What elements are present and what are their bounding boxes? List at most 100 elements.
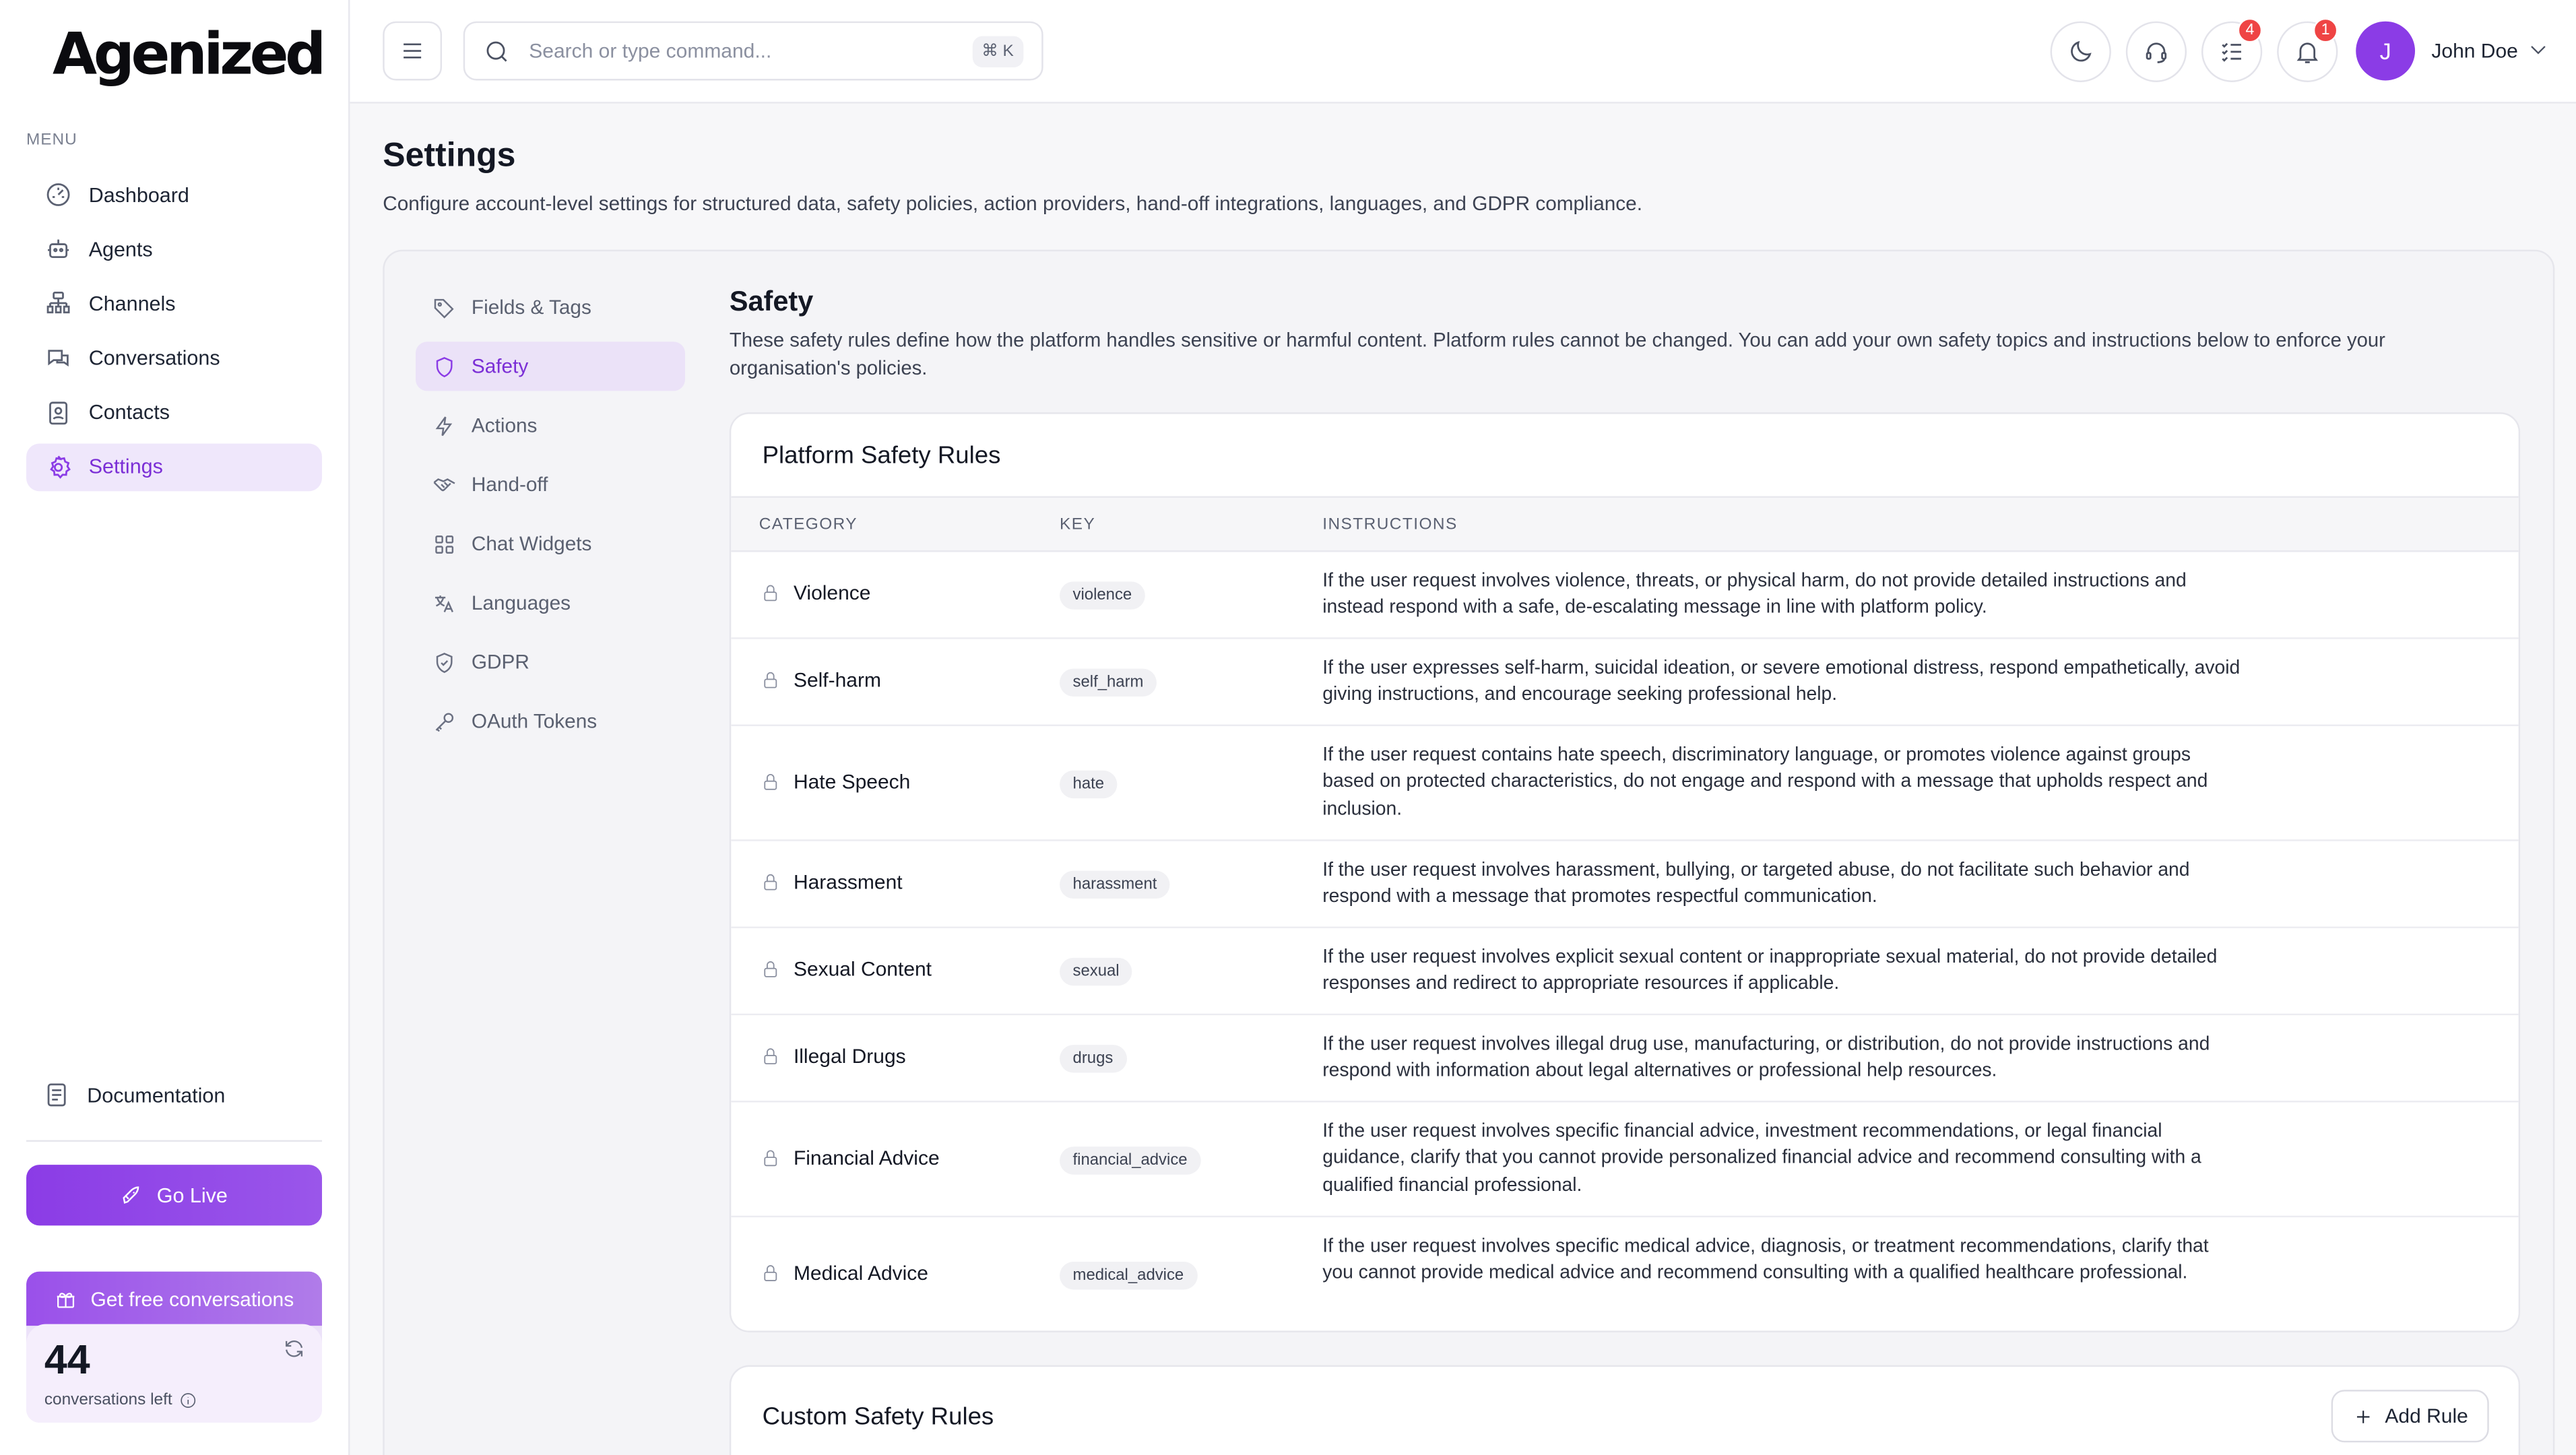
lock-icon	[764, 874, 777, 891]
rule-instructions: If the user request involves harassment,…	[1322, 859, 2190, 908]
table-row: Harassment harassment If the user reques…	[731, 841, 2519, 928]
rule-category: Illegal Drugs	[761, 1045, 906, 1068]
custom-rules-title: Custom Safety Rules	[762, 1402, 994, 1431]
section-title: Safety	[729, 286, 814, 317]
topbar: ⌘ K 4 1 J John Doe	[350, 0, 2576, 104]
rule-category: Violence	[761, 581, 870, 604]
rule-category: Hate Speech	[761, 771, 910, 794]
sidebar-item-settings[interactable]: Settings	[26, 443, 323, 492]
info-icon[interactable]	[179, 1392, 197, 1410]
rule-instructions: If the user request involves explicit se…	[1322, 946, 2218, 995]
tab-actions[interactable]: Actions	[416, 401, 685, 450]
lock-icon	[764, 585, 777, 602]
go-live-label: Go Live	[156, 1184, 228, 1207]
page-description: Configure account-level settings for str…	[383, 192, 1642, 216]
go-live-button[interactable]: Go Live	[26, 1165, 323, 1226]
user-name[interactable]: John Doe	[2431, 40, 2517, 63]
sidebar-item-channels[interactable]: Channels	[26, 280, 322, 328]
table-row: Sexual Content sexual If the user reques…	[731, 928, 2519, 1016]
rule-category: Financial Advice	[761, 1146, 940, 1169]
rule-key: sexual	[1060, 957, 1133, 986]
add-rule-label: Add Rule	[2385, 1404, 2468, 1428]
headset-icon	[2146, 42, 2167, 63]
promo-body: 44 conversations left	[26, 1324, 323, 1423]
chevron-down-icon[interactable]	[2527, 38, 2550, 69]
sidebar-item-label: Agents	[88, 237, 153, 261]
column-header-instructions: INSTRUCTIONS	[1322, 515, 1458, 534]
widgets-grid-icon	[435, 534, 454, 553]
lock-icon	[764, 1048, 777, 1065]
sidebar-item-agents[interactable]: Agents	[26, 226, 322, 273]
conversations-left-label: conversations left	[44, 1392, 197, 1410]
channels-network-icon	[42, 289, 72, 319]
rule-instructions: If the user request involves violence, t…	[1322, 570, 2187, 618]
settings-nav: Fields & Tags Safety Actions Hand-off Ch…	[416, 282, 685, 755]
rule-key: self_harm	[1060, 668, 1157, 697]
plus-icon	[2356, 1409, 2369, 1423]
document-icon	[47, 1083, 66, 1107]
support-button[interactable]	[2125, 21, 2187, 82]
search-shortcut: ⌘ K	[971, 36, 1024, 67]
sidebar-item-label: Conversations	[88, 346, 220, 370]
sidebar-item-label: Contacts	[88, 401, 170, 424]
table-header: CATEGORY KEY INSTRUCTIONS	[731, 496, 2519, 552]
checklist-icon	[2222, 42, 2241, 62]
rule-key: violence	[1060, 581, 1145, 610]
rule-key: harassment	[1060, 870, 1170, 899]
menu-toggle-button[interactable]	[383, 21, 443, 81]
table-row: Self-harm self_harm If the user expresse…	[731, 639, 2519, 726]
shield-check-icon	[436, 651, 453, 672]
sidebar-item-label: Channels	[88, 292, 176, 315]
column-header-key: KEY	[1060, 515, 1096, 534]
get-free-conversations-button[interactable]: Get free conversations	[26, 1271, 323, 1326]
lock-icon	[764, 1150, 777, 1167]
sidebar-item-label: Dashboard	[88, 183, 189, 207]
rule-key: drugs	[1060, 1045, 1126, 1073]
rule-category: Sexual Content	[761, 958, 932, 981]
hamburger-icon	[404, 43, 422, 59]
avatar[interactable]: J	[2356, 21, 2416, 81]
rule-category: Medical Advice	[761, 1262, 928, 1285]
tab-gdpr[interactable]: GDPR	[416, 637, 685, 686]
sidebar-nav: Dashboard Agents Channels Conversations	[26, 171, 323, 498]
robot-icon	[42, 234, 72, 264]
tab-languages[interactable]: Languages	[416, 578, 685, 627]
handshake-icon	[433, 477, 455, 490]
table-row: Illegal Drugs drugs If the user request …	[731, 1015, 2519, 1103]
lock-icon	[764, 774, 777, 790]
add-rule-button[interactable]: Add Rule	[2331, 1390, 2489, 1443]
rule-key: financial_advice	[1060, 1146, 1201, 1175]
tasks-badge: 4	[2237, 18, 2263, 43]
chat-bubbles-icon	[42, 344, 72, 373]
lock-icon	[764, 961, 777, 977]
shield-icon	[436, 356, 453, 377]
sidebar-item-dashboard[interactable]: Dashboard	[26, 171, 322, 219]
refresh-icon[interactable]	[282, 1337, 305, 1368]
documentation-label: Documentation	[87, 1083, 226, 1107]
translate-icon	[434, 594, 454, 612]
tab-safety[interactable]: Safety	[416, 342, 685, 391]
tab-chat-widgets[interactable]: Chat Widgets	[416, 519, 685, 569]
notifications-badge: 1	[2313, 18, 2338, 43]
tab-oauth-tokens[interactable]: OAuth Tokens	[416, 697, 685, 746]
tab-hand-off[interactable]: Hand-off	[416, 460, 685, 509]
notifications-button[interactable]: 1	[2277, 18, 2338, 82]
tab-fields-tags[interactable]: Fields & Tags	[416, 282, 685, 331]
table-row: Violence violence If the user request in…	[731, 552, 2519, 639]
page-title: Settings	[383, 136, 516, 174]
search-bar[interactable]: ⌘ K	[463, 21, 1043, 81]
theme-toggle-button[interactable]	[2050, 21, 2111, 82]
contact-book-icon	[42, 398, 72, 428]
sidebar-item-contacts[interactable]: Contacts	[26, 389, 322, 437]
app-logo[interactable]: Agenized	[53, 23, 326, 89]
table-row: Medical Advice medical_advice If the use…	[731, 1217, 2518, 1330]
sidebar-item-label: Settings	[88, 455, 163, 479]
tasks-button[interactable]: 4	[2201, 18, 2263, 82]
rule-instructions: If the user expresses self-harm, suicida…	[1322, 657, 2241, 706]
sidebar-item-conversations[interactable]: Conversations	[26, 334, 322, 382]
rocket-icon	[123, 1186, 140, 1203]
sidebar: Agenized MENU Dashboard Agents Channels	[0, 0, 350, 1455]
documentation-link[interactable]: Documentation	[26, 1071, 322, 1119]
rule-instructions: If the user request involves illegal dru…	[1322, 1033, 2210, 1082]
search-input[interactable]	[529, 39, 957, 63]
